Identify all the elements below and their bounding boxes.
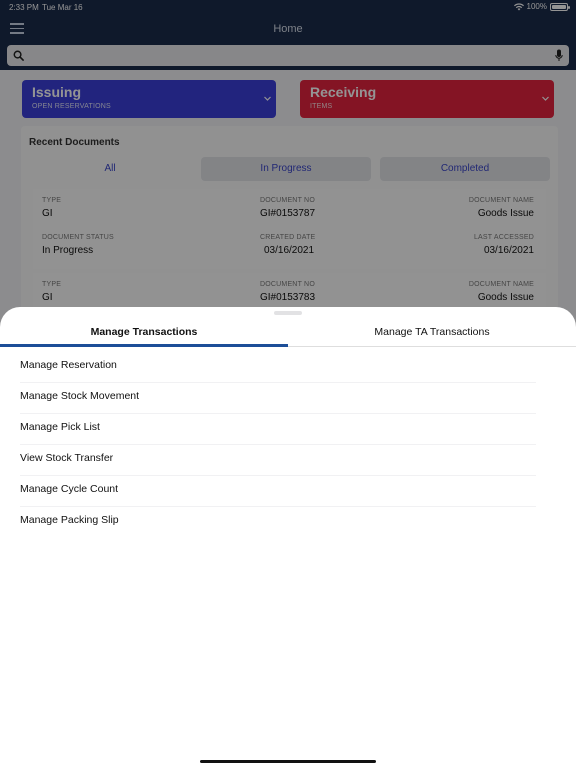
menu-item-manage-reservation[interactable]: Manage Reservation bbox=[0, 352, 576, 383]
transactions-sheet: Manage Transactions Manage TA Transactio… bbox=[0, 307, 576, 768]
menu-item-manage-stock-movement[interactable]: Manage Stock Movement bbox=[0, 383, 576, 414]
sheet-tabs: Manage Transactions Manage TA Transactio… bbox=[0, 321, 576, 347]
transactions-list: Manage Reservation Manage Stock Movement… bbox=[0, 352, 576, 538]
active-tab-indicator bbox=[0, 344, 288, 347]
sheet-grabber[interactable] bbox=[274, 311, 302, 315]
menu-item-view-stock-transfer[interactable]: View Stock Transfer bbox=[0, 445, 576, 476]
menu-item-manage-cycle-count[interactable]: Manage Cycle Count bbox=[0, 476, 576, 507]
menu-item-manage-packing-slip[interactable]: Manage Packing Slip bbox=[0, 507, 576, 538]
menu-item-manage-pick-list[interactable]: Manage Pick List bbox=[0, 414, 576, 445]
home-indicator[interactable] bbox=[200, 760, 376, 763]
tab-manage-ta-transactions[interactable]: Manage TA Transactions bbox=[288, 321, 576, 347]
